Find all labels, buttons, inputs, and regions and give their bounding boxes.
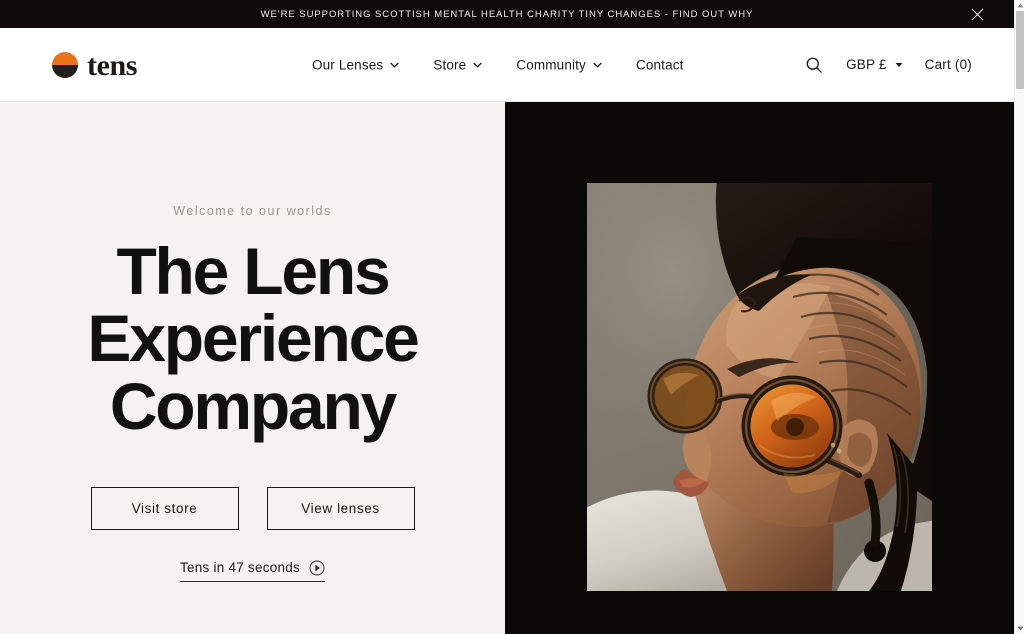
nav-label: Community: [516, 57, 586, 72]
cart-link[interactable]: Cart (0): [925, 57, 972, 72]
logo[interactable]: tens: [52, 50, 137, 80]
chevron-down-icon: [390, 60, 399, 69]
logo-wordmark: tens: [87, 48, 138, 82]
hero-button-row: Visit store View lenses: [90, 486, 415, 530]
chevron-down-icon: [473, 60, 482, 69]
headline-line-3: Company: [109, 368, 398, 443]
hero-section: Welcome to our worlds The Lens Experienc…: [0, 102, 1014, 634]
primary-navigation: Our Lenses Store Community Contact: [312, 57, 684, 72]
nav-label: Contact: [635, 57, 684, 72]
nav-label: Store: [433, 57, 467, 72]
search-icon[interactable]: [804, 55, 824, 75]
nav-item-store[interactable]: Store: [433, 57, 482, 72]
currency-selector[interactable]: GBP £: [846, 57, 903, 72]
nav-item-community[interactable]: Community: [516, 57, 602, 72]
view-lenses-button[interactable]: View lenses: [266, 486, 415, 530]
scroll-down-arrow-icon[interactable]: [1015, 623, 1024, 634]
page-root: WE'RE SUPPORTING SCOTTISH MENTAL HEALTH …: [0, 0, 1024, 634]
headline-line-1: The Lens: [116, 234, 390, 308]
scrollbar-thumb[interactable]: [1016, 11, 1024, 89]
nav-label: Our Lenses: [312, 57, 384, 72]
page-title: The Lens Experience Company: [87, 237, 419, 443]
announcement-text[interactable]: WE'RE SUPPORTING SCOTTISH MENTAL HEALTH …: [261, 9, 754, 20]
site-header: tens Our Lenses Store Community Contact …: [0, 28, 1014, 102]
close-icon[interactable]: [968, 5, 986, 23]
scroll-up-arrow-icon[interactable]: [1015, 0, 1024, 11]
video-link[interactable]: Tens in 47 seconds: [179, 560, 326, 582]
nav-item-contact[interactable]: Contact: [636, 57, 684, 72]
logo-mark-icon: [52, 51, 78, 78]
video-link-label: Tens in 47 seconds: [179, 560, 301, 576]
header-utilities: GBP £ Cart (0): [804, 55, 972, 75]
announcement-bar: WE'RE SUPPORTING SCOTTISH MENTAL HEALTH …: [0, 0, 1014, 28]
chevron-down-icon: [895, 62, 903, 68]
nav-item-our-lenses[interactable]: Our Lenses: [312, 57, 399, 72]
visit-store-button[interactable]: Visit store: [90, 486, 239, 530]
scrollbar[interactable]: [1014, 0, 1024, 634]
hero-image-panel: [505, 102, 1014, 634]
currency-label: GBP £: [846, 57, 887, 72]
chevron-down-icon: [593, 60, 602, 69]
headline-line-2: Experience: [87, 301, 419, 376]
hero-portrait-image: [587, 183, 932, 591]
play-circle-icon: [309, 560, 325, 576]
hero-eyebrow: Welcome to our worlds: [173, 204, 332, 218]
hero-content-panel: Welcome to our worlds The Lens Experienc…: [0, 102, 505, 634]
